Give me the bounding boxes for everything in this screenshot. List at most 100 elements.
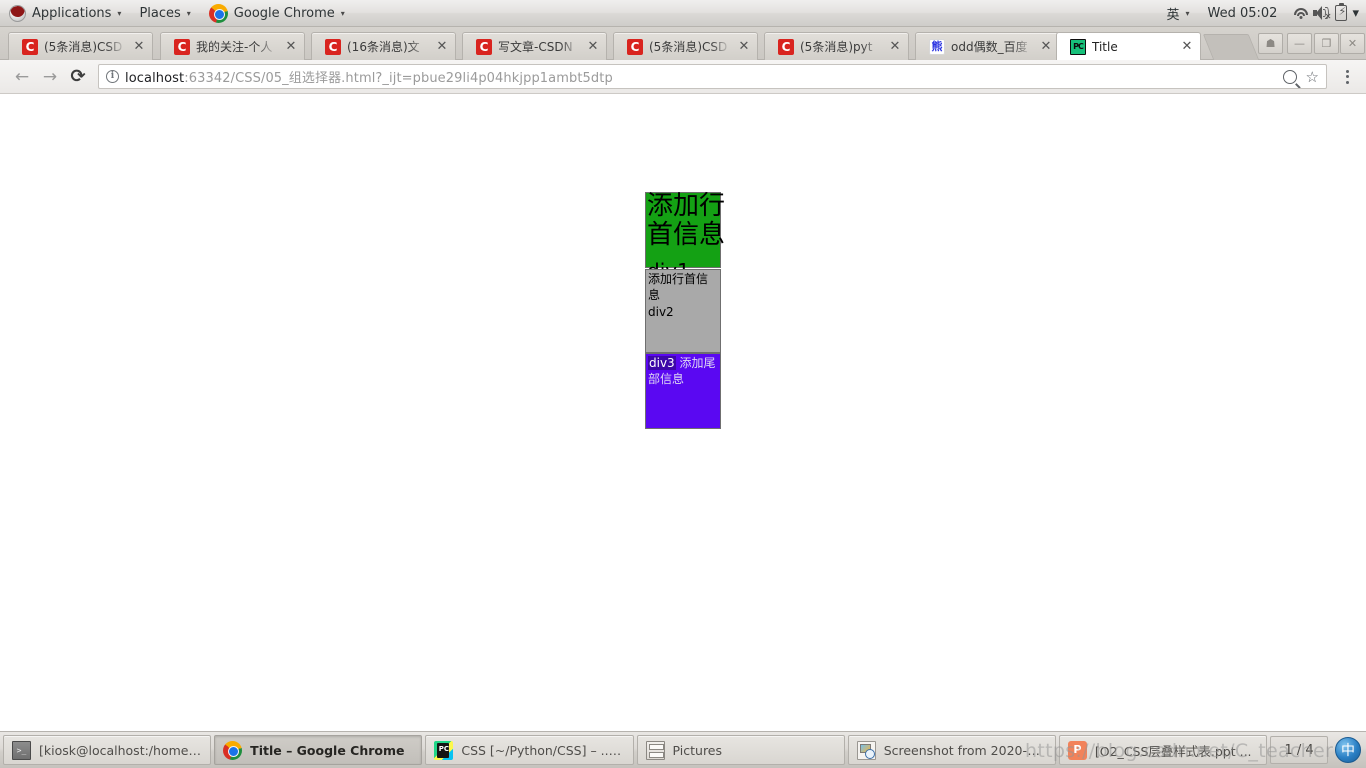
browser-tab-0[interactable]: C (5条消息)CSD ✕: [8, 32, 153, 60]
wifi-icon: [1293, 7, 1308, 20]
url-path: :63342/CSS/05_组选择器.html?_ijt=pbue29li4p0…: [184, 71, 613, 86]
chrome-icon: [223, 740, 243, 760]
taskbar-item-label: [kiosk@localhost:/home/...: [39, 742, 203, 758]
tab-close-icon[interactable]: ✕: [132, 40, 146, 54]
taskbar-item-label: CSS [~/Python/CSS] – .../...: [461, 742, 625, 758]
page-viewport: 添加行首信息 div1 添加行首信息 div2 div3 添加尾部信息: [0, 94, 1366, 730]
url-host: localhost: [125, 71, 185, 86]
chevron-down-icon: ▾: [186, 9, 191, 18]
maximize-button[interactable]: ❐: [1314, 33, 1339, 54]
bolt-glyph: ⚡: [1338, 5, 1347, 18]
profile-button[interactable]: ☗: [1258, 33, 1283, 54]
new-tab-button[interactable]: [1202, 34, 1260, 60]
places-menu[interactable]: Places ▾: [130, 0, 199, 27]
applications-menu[interactable]: Applications ▾: [0, 0, 130, 27]
tab-title: (16条消息)文: [347, 40, 420, 54]
baidu-favicon-icon: 熊: [929, 38, 945, 55]
chevron-down-icon: ▾: [1185, 9, 1190, 18]
tab-close-icon[interactable]: ✕: [1180, 40, 1194, 54]
taskbar-item-label: Title – Google Chrome: [250, 742, 405, 758]
gnome-logo-icon: [9, 4, 26, 22]
browser-tab-3[interactable]: C 写文章-CSDN ✕: [462, 32, 607, 60]
page-block-div1: 添加行首信息 div1: [645, 192, 725, 281]
csdn-favicon-icon: C: [325, 38, 341, 55]
taskbar-item-label: Screenshot from 2020-O...: [883, 742, 1047, 758]
volume-muted-icon: ✕: [1313, 6, 1331, 21]
zoom-out-icon[interactable]: [1282, 69, 1297, 84]
battery-charging-icon: ⚡: [1335, 2, 1348, 21]
div1-before-text: 添加行首信息: [647, 191, 726, 250]
workspace-switcher[interactable]: 1 / 4: [1270, 736, 1329, 764]
input-method-label: 英: [1166, 7, 1180, 23]
div2-before-text: 添加行首信息: [648, 272, 709, 302]
back-button[interactable]: ←: [8, 63, 36, 91]
div3-content-text: div3: [648, 356, 676, 370]
chevron-down-icon: ▾: [1352, 5, 1359, 21]
taskbar-item-label: [O2_CSS层叠样式表.ppt ...: [1094, 743, 1252, 759]
input-method-badge[interactable]: 中: [1335, 737, 1362, 763]
system-status-area[interactable]: ✕ ⚡ ▾: [1286, 0, 1366, 27]
taskbar-item-chrome[interactable]: Title – Google Chrome: [214, 735, 423, 765]
tab-close-icon[interactable]: ✕: [284, 40, 298, 54]
address-bar-url: localhost:63342/CSS/05_组选择器.html?_ijt=pb…: [125, 67, 613, 86]
taskbar-item-wps-presentation[interactable]: P [O2_CSS层叠样式表.ppt ...: [1058, 735, 1268, 765]
tab-close-icon[interactable]: ✕: [586, 40, 600, 54]
clock[interactable]: Wed 05:02: [1199, 0, 1287, 27]
active-window-menu[interactable]: Google Chrome ▾: [200, 0, 354, 27]
three-dot-menu-icon[interactable]: [1336, 63, 1358, 91]
terminal-icon: >_: [12, 740, 31, 760]
csdn-favicon-icon: C: [627, 38, 643, 55]
taskbar-item-terminal[interactable]: >_ [kiosk@localhost:/home/...: [3, 735, 212, 765]
chevron-down-icon: ▾: [340, 9, 345, 18]
div3-line: div3 添加尾部信息: [646, 354, 720, 387]
browser-tab-4[interactable]: C (5条消息)CSD ✕: [613, 32, 758, 60]
forward-button[interactable]: →: [36, 63, 64, 91]
page-block-div3: div3 添加尾部信息: [645, 353, 721, 429]
tab-title: (5条消息)pyt: [800, 40, 873, 54]
tab-title: 写文章-CSDN: [498, 40, 573, 54]
close-window-button[interactable]: ✕: [1340, 33, 1365, 54]
tab-strip: C (5条消息)CSD ✕ C 我的关注-个人 ✕ C (16条消息)文 ✕ C…: [0, 27, 1366, 60]
taskbar-item-screenshot[interactable]: Screenshot from 2020-O...: [847, 735, 1056, 765]
tab-close-icon[interactable]: ✕: [435, 40, 449, 54]
browser-toolbar: ← → ⟳ i localhost:63342/CSS/05_组选择器.html…: [0, 60, 1366, 94]
csdn-favicon-icon: C: [476, 38, 492, 55]
chrome-window: C (5条消息)CSD ✕ C 我的关注-个人 ✕ C (16条消息)文 ✕ C…: [0, 27, 1366, 731]
tab-title: (5条消息)CSD: [649, 40, 728, 54]
tab-close-icon[interactable]: ✕: [1039, 40, 1053, 54]
taskbar-item-pycharm[interactable]: PC CSS [~/Python/CSS] – .../...: [425, 735, 634, 765]
address-bar[interactable]: i localhost:63342/CSS/05_组选择器.html?_ijt=…: [98, 64, 1327, 89]
tab-close-icon[interactable]: ✕: [888, 40, 902, 54]
csdn-favicon-icon: C: [22, 38, 38, 55]
tab-title: (5条消息)CSD: [44, 40, 123, 54]
reload-button[interactable]: ⟳: [64, 63, 92, 91]
chrome-icon: [208, 3, 228, 23]
places-menu-label: Places: [139, 5, 181, 21]
input-method-indicator[interactable]: 英 ▾: [1157, 0, 1198, 27]
screenshot-icon: [856, 740, 876, 760]
pycharm-icon: PC: [434, 740, 454, 760]
taskbar-item-pictures[interactable]: Pictures: [636, 735, 845, 765]
csdn-favicon-icon: C: [174, 38, 190, 55]
browser-tab-7-active[interactable]: PC Title ✕: [1056, 32, 1201, 60]
browser-tab-5[interactable]: C (5条消息)pyt ✕: [764, 32, 909, 60]
applications-menu-label: Applications: [32, 5, 112, 21]
browser-tab-1[interactable]: C 我的关注-个人 ✕: [160, 32, 305, 60]
tab-title: odd偶数_百度: [951, 40, 1028, 54]
bookmark-star-icon[interactable]: ☆: [1306, 69, 1319, 84]
tab-title: Title: [1092, 39, 1118, 54]
file-manager-icon: [645, 740, 665, 760]
gnome-top-panel: Applications ▾ Places ▾ Google Chrome ▾ …: [0, 0, 1366, 27]
active-window-label: Google Chrome: [233, 5, 335, 21]
tab-close-icon[interactable]: ✕: [737, 40, 751, 54]
minimize-button[interactable]: —: [1287, 33, 1312, 54]
pycharm-favicon-icon: PC: [1070, 38, 1086, 55]
taskbar-item-label: Pictures: [672, 742, 723, 758]
browser-tab-6[interactable]: 熊 odd偶数_百度 ✕: [915, 32, 1060, 60]
site-info-icon[interactable]: i: [106, 70, 119, 83]
browser-tab-2[interactable]: C (16条消息)文 ✕: [311, 32, 456, 60]
desktop-taskbar: >_ [kiosk@localhost:/home/... Title – Go…: [0, 731, 1366, 768]
div2-content-text: div2: [648, 305, 674, 319]
csdn-favicon-icon: C: [778, 38, 794, 55]
tab-title: 我的关注-个人: [196, 40, 273, 54]
